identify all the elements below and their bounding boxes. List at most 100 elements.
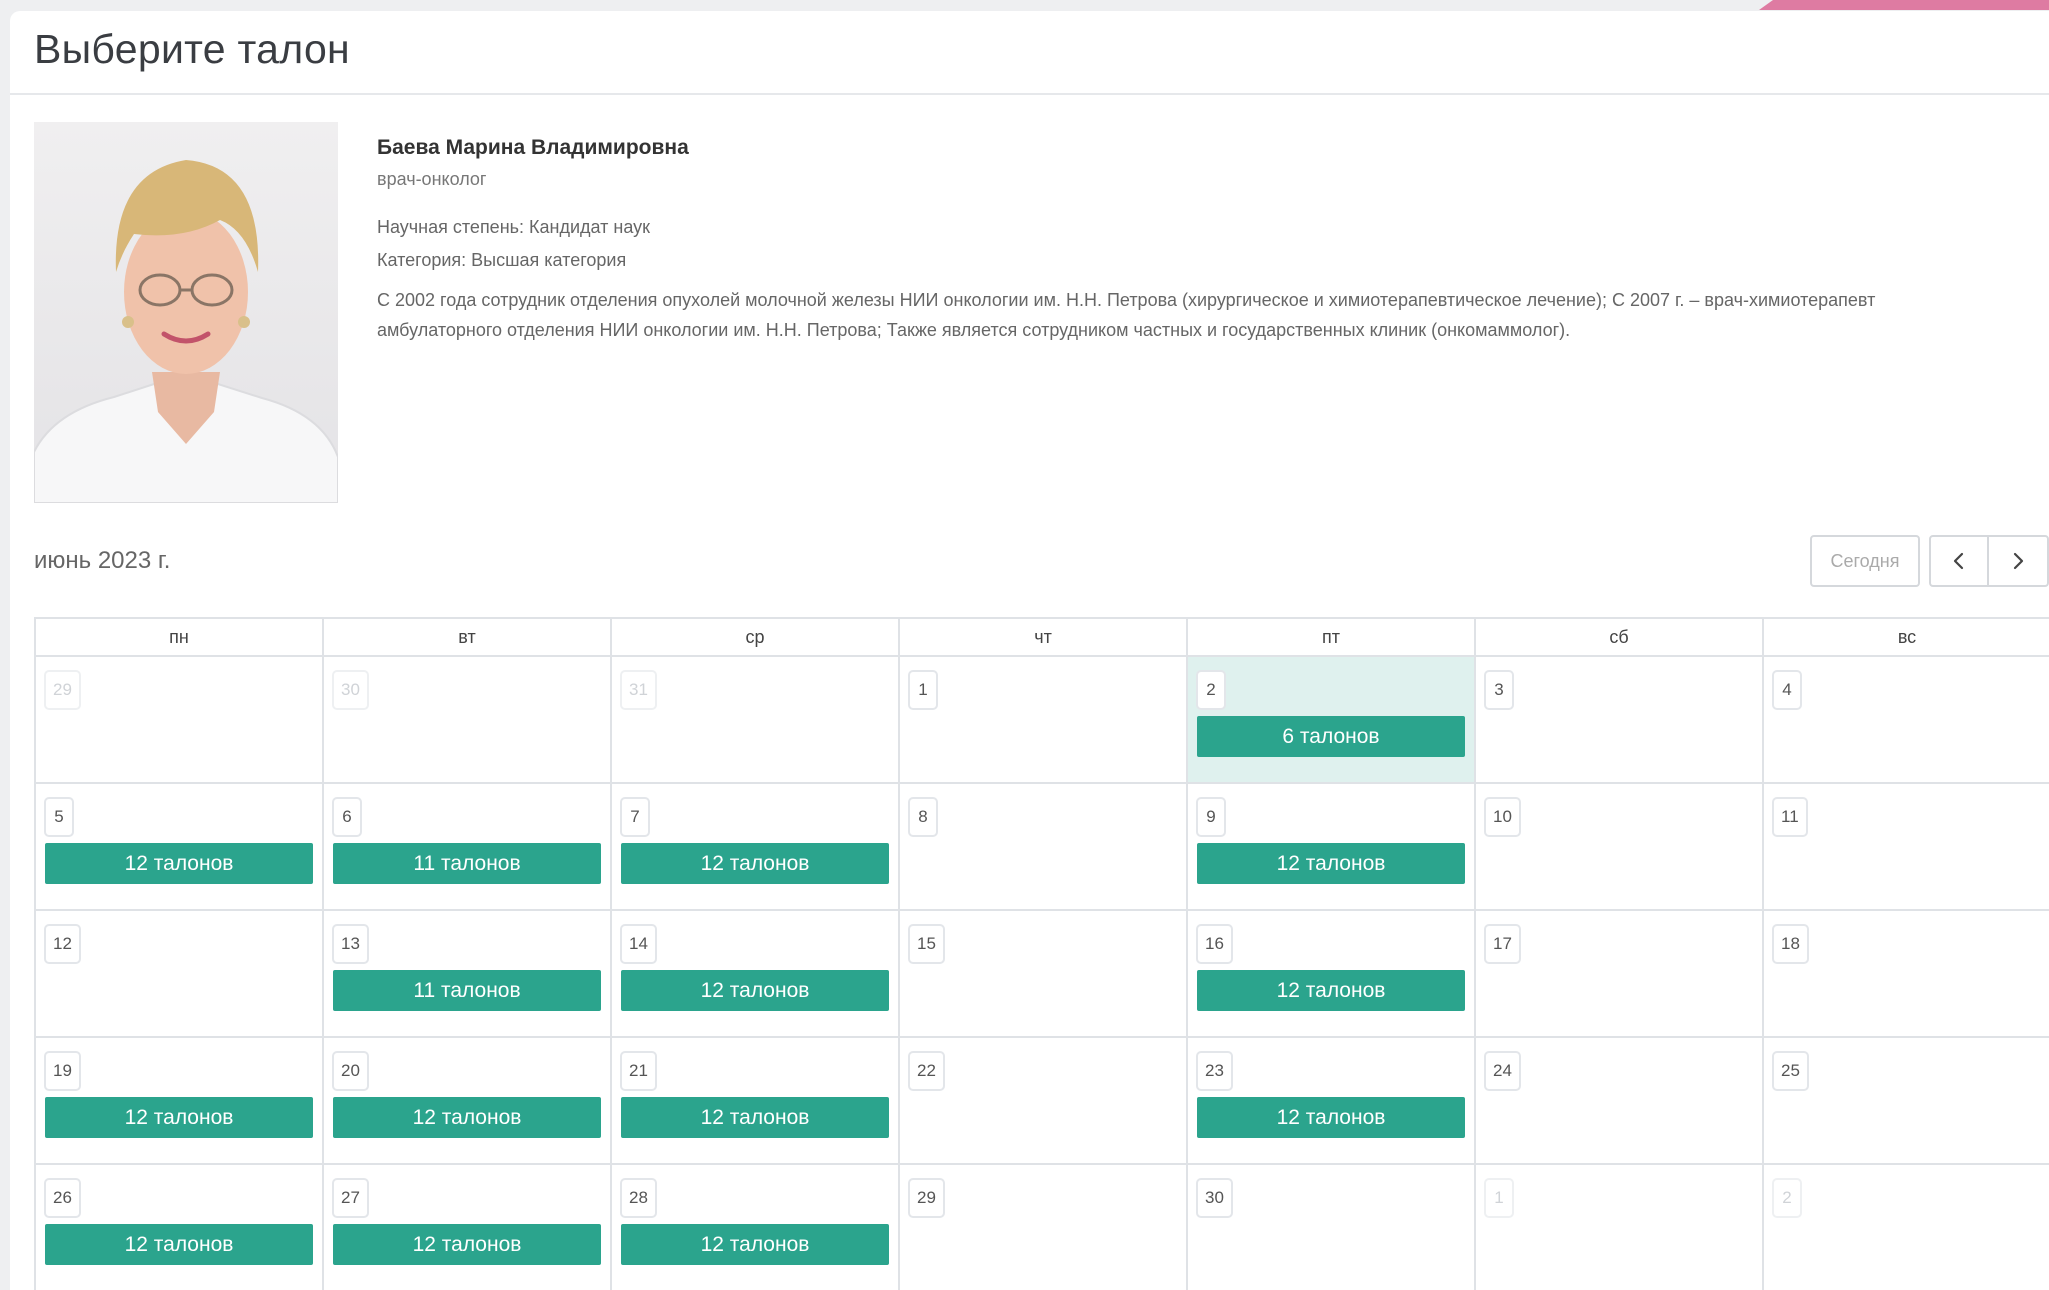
available-tickets-button[interactable]: 12 талонов [45,1224,313,1265]
calendar-day: 10 [1476,784,1764,909]
calendar-day[interactable]: 26 12 талонов [36,1165,324,1290]
day-number: 24 [1484,1051,1521,1091]
card-header: Выберите талон [10,11,2049,95]
ticket-selection-card: Выберите талон Баева Марина Владимировна… [10,11,2049,1290]
calendar-day: 12 [36,911,324,1036]
calendar-day[interactable]: 13 11 талонов [324,911,612,1036]
available-tickets-button[interactable]: 12 талонов [621,970,889,1011]
day-number: 19 [44,1051,81,1091]
calendar-day[interactable]: 23 12 талонов [1188,1038,1476,1163]
day-number: 18 [1772,924,1809,964]
available-tickets-button[interactable]: 12 талонов [621,1224,889,1265]
available-tickets-button[interactable]: 12 талонов [333,1097,601,1138]
day-number: 20 [332,1051,369,1091]
day-number: 13 [332,924,369,964]
weekday-header: ср [612,619,900,655]
calendar-day: 11 [1764,784,2049,909]
available-tickets-button[interactable]: 6 талонов [1197,716,1465,757]
day-number: 31 [620,670,657,710]
day-number: 22 [908,1051,945,1091]
available-tickets-button[interactable]: 12 талонов [45,843,313,884]
today-button[interactable]: Сегодня [1810,535,1920,587]
calendar-day[interactable]: 21 12 талонов [612,1038,900,1163]
day-number: 15 [908,924,945,964]
calendar-day: 8 [900,784,1188,909]
calendar-week-row: 26 12 талонов 27 12 талонов 28 12 талонов 29 30… [36,1165,2049,1290]
day-number: 8 [908,797,938,837]
available-tickets-button[interactable]: 12 талонов [621,1097,889,1138]
day-number: 30 [332,670,369,710]
calendar-day: 2 [1764,1165,2049,1290]
calendar-day[interactable]: 20 12 талонов [324,1038,612,1163]
month-calendar: пн вт ср чт пт сб вс 29 30 31 1 2 6 талонов 3 4… [34,617,2049,1290]
calendar-day: 1 [900,657,1188,782]
calendar-day[interactable]: 6 11 талонов [324,784,612,909]
weekday-header: вт [324,619,612,655]
day-number: 29 [44,670,81,710]
available-tickets-button[interactable]: 12 талонов [621,843,889,884]
calendar-day[interactable]: 16 12 талонов [1188,911,1476,1036]
available-tickets-button[interactable]: 12 талонов [333,1224,601,1265]
calendar-day-today[interactable]: 2 6 талонов [1188,657,1476,782]
weekday-header: вс [1764,619,2049,655]
doctor-profile: Баева Марина Владимировна врач-онколог Н… [34,122,2049,507]
prev-month-button[interactable] [1929,535,1989,587]
day-number: 11 [1772,797,1808,837]
doctor-category: Категория: Высшая категория [377,250,627,270]
calendar-day: 25 [1764,1038,2049,1163]
month-title: июнь 2023 г. [34,547,171,574]
calendar-day: 18 [1764,911,2049,1036]
calendar-day[interactable]: 14 12 талонов [612,911,900,1036]
calendar-toolbar: июнь 2023 г. Сегодня [34,535,2049,587]
calendar-day[interactable]: 7 12 талонов [612,784,900,909]
calendar-day: 17 [1476,911,1764,1036]
available-tickets-button[interactable]: 12 талонов [45,1097,313,1138]
calendar-day[interactable]: 27 12 талонов [324,1165,612,1290]
available-tickets-button[interactable]: 12 талонов [1197,1097,1465,1138]
doctor-degree: Научная степень: Кандидат наук [377,217,650,237]
calendar-day: 24 [1476,1038,1764,1163]
weekday-header: пт [1188,619,1476,655]
doctor-photo [34,122,338,503]
calendar-day[interactable]: 5 12 талонов [36,784,324,909]
calendar-day[interactable]: 19 12 талонов [36,1038,324,1163]
calendar-week-row: 19 12 талонов 20 12 талонов 21 12 талонов 22 23… [36,1038,2049,1165]
day-number: 27 [332,1178,369,1218]
day-number: 1 [908,670,938,710]
calendar-week-row: 12 13 11 талонов 14 12 талонов 15 16 12 талонов… [36,911,2049,1038]
calendar-day: 22 [900,1038,1188,1163]
available-tickets-button[interactable]: 11 талонов [333,970,601,1011]
doctor-bio: С 2002 года сотрудник отделения опухолей… [377,290,1876,340]
calendar-day: 3 [1476,657,1764,782]
day-number: 16 [1196,924,1233,964]
doctor-name: Баева Марина Владимировна [377,136,689,159]
day-number: 4 [1772,670,1802,710]
calendar-week-row: 5 12 талонов 6 11 талонов 7 12 талонов 8 9 12 та… [36,784,2049,911]
calendar-day: 1 [1476,1165,1764,1290]
day-number: 2 [1772,1178,1802,1218]
next-month-button[interactable] [1987,535,2049,587]
doctor-info: Баева Марина Владимировна врач-онколог Н… [377,136,1939,345]
day-number: 25 [1772,1051,1809,1091]
top-accent-stripe [1759,0,2049,10]
calendar-day[interactable]: 9 12 талонов [1188,784,1476,909]
available-tickets-button[interactable]: 12 талонов [1197,843,1465,884]
calendar-grid: 29 30 31 1 2 6 талонов 3 4 5 12 талонов 6 11 талоно… [36,657,2049,1290]
day-number: 10 [1484,797,1521,837]
calendar-day[interactable]: 28 12 талонов [612,1165,900,1290]
day-number: 9 [1196,797,1226,837]
day-number: 29 [908,1178,945,1218]
chevron-right-icon [2013,552,2024,570]
weekday-header: чт [900,619,1188,655]
day-number: 2 [1196,670,1226,710]
day-number: 7 [620,797,650,837]
page-title: Выберите талон [34,26,351,72]
calendar-day: 30 [1188,1165,1476,1290]
available-tickets-button[interactable]: 11 талонов [333,843,601,884]
day-number: 21 [620,1051,657,1091]
weekday-header-row: пн вт ср чт пт сб вс [36,619,2049,657]
day-number: 14 [620,924,657,964]
weekday-header: сб [1476,619,1764,655]
available-tickets-button[interactable]: 12 талонов [1197,970,1465,1011]
calendar-day: 29 [900,1165,1188,1290]
